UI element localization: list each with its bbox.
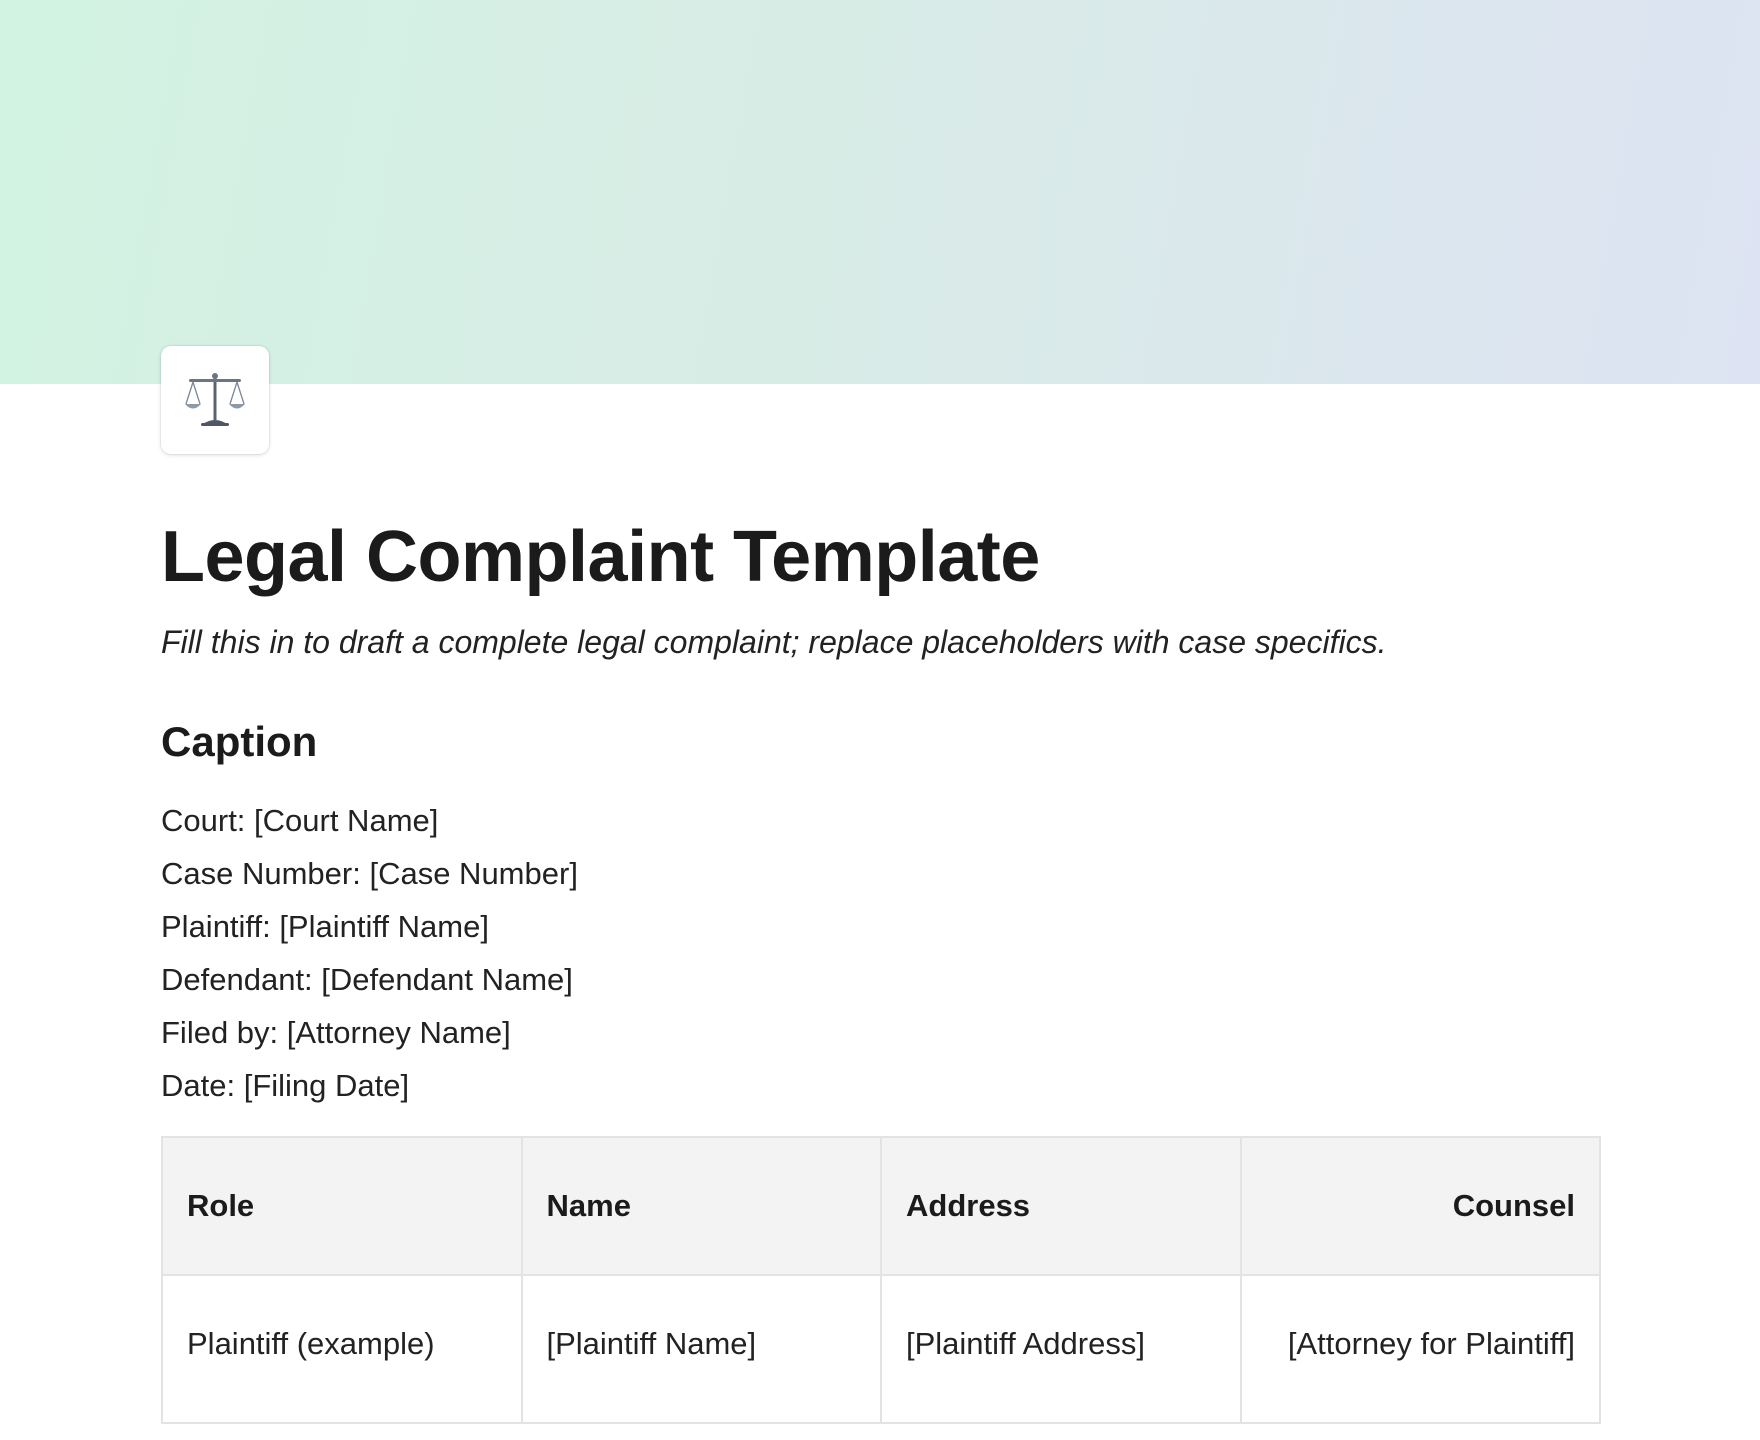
caption-line-plaintiff: Plaintiff: [Plaintiff Name] (161, 909, 489, 944)
table-cell-name[interactable]: [Plaintiff Name] (520, 1274, 882, 1424)
balance-scale-icon (185, 373, 245, 426)
caption-line-defendant: Defendant: [Defendant Name] (161, 962, 573, 997)
caption-line-date: Date: [Filing Date] (161, 1068, 410, 1103)
caption-line-court: Court: [Court Name] (161, 803, 439, 838)
page-cover (0, 0, 1760, 384)
page-content: Legal Complaint Template Fill this in to… (161, 510, 1601, 1424)
caption-lines: Court: [Court Name] Case Number: [Case N… (161, 794, 1601, 1112)
column-header-address[interactable]: Address (880, 1136, 1242, 1276)
caption-heading: Caption (161, 718, 318, 765)
table-cell-address[interactable]: [Plaintiff Address] (880, 1274, 1242, 1424)
table-header-row: Role Name Address Counsel (161, 1136, 1601, 1276)
column-header-name[interactable]: Name (520, 1136, 882, 1276)
table-cell-counsel[interactable]: [Attorney for Plaintiff] (1239, 1274, 1601, 1424)
page-title: Legal Complaint Template (161, 517, 1040, 597)
caption-line-filed-by: Filed by: [Attorney Name] (161, 1015, 511, 1050)
parties-table: Role Name Address Counsel Plaintiff (exa… (161, 1136, 1601, 1424)
column-header-counsel[interactable]: Counsel (1239, 1136, 1601, 1276)
table-cell-role[interactable]: Plaintiff (example) (161, 1274, 523, 1424)
page-subtitle: Fill this in to draft a complete legal c… (161, 624, 1387, 660)
table-row: Plaintiff (example) [Plaintiff Name] [Pl… (161, 1274, 1601, 1424)
column-header-role[interactable]: Role (161, 1136, 523, 1276)
caption-line-case-number: Case Number: [Case Number] (161, 856, 578, 891)
page-icon-tile[interactable] (161, 346, 269, 454)
